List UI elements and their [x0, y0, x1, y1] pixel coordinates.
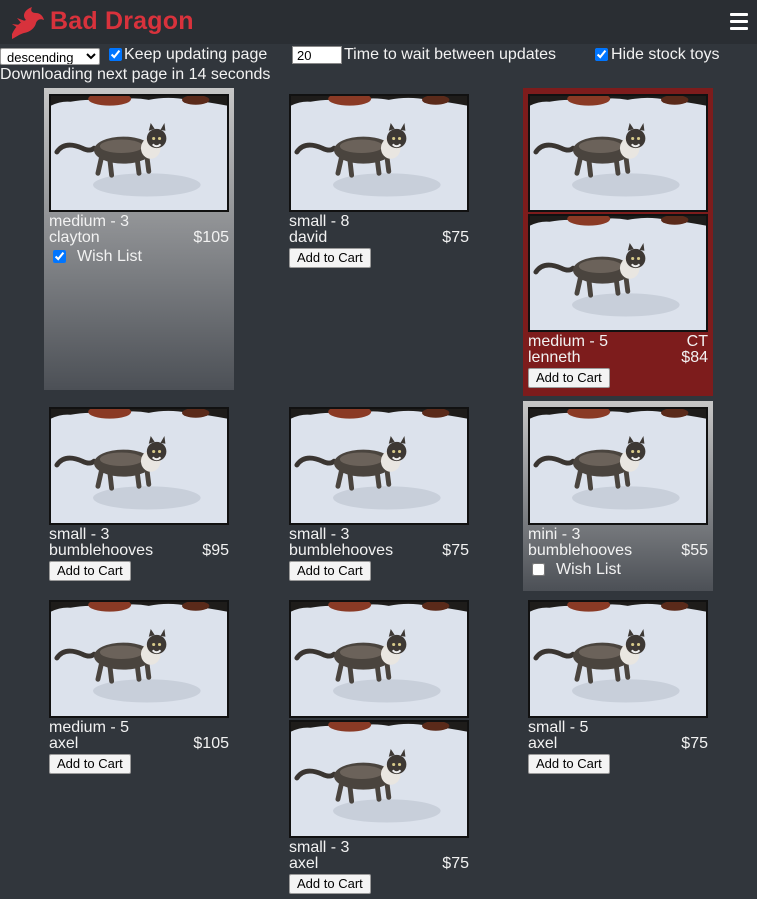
- product-size: medium - 5: [528, 333, 609, 350]
- product-name[interactable]: axel: [49, 736, 78, 752]
- wish-list-checkbox[interactable]: [532, 563, 545, 576]
- add-to-cart-button[interactable]: Add to Cart: [289, 561, 371, 581]
- add-to-cart-button[interactable]: Add to Cart: [289, 874, 371, 894]
- product-image[interactable]: [289, 94, 469, 212]
- product-image[interactable]: [528, 214, 708, 332]
- product-name[interactable]: axel: [528, 736, 557, 752]
- product-price: $75: [442, 542, 469, 559]
- product-size: mini - 3: [528, 526, 581, 543]
- wish-list-checkbox[interactable]: [53, 250, 66, 263]
- hamburger-menu-icon[interactable]: [730, 13, 748, 30]
- product-name[interactable]: axel: [289, 856, 318, 872]
- product-image[interactable]: [289, 407, 469, 525]
- add-to-cart-button[interactable]: Add to Cart: [289, 248, 371, 268]
- product-price: $95: [202, 542, 229, 559]
- product-name[interactable]: clayton: [49, 230, 100, 246]
- keep-updating-checkbox[interactable]: [109, 48, 122, 61]
- top-header: Bad Dragon: [0, 0, 757, 44]
- hide-stock-checkbox[interactable]: [595, 48, 608, 61]
- hide-stock-label: Hide stock toys: [611, 46, 720, 63]
- product-size: small - 3: [289, 526, 350, 543]
- product-image[interactable]: [49, 600, 229, 718]
- add-to-cart-button[interactable]: Add to Cart: [528, 368, 610, 388]
- product-price: $75: [681, 735, 708, 752]
- product-price: $75: [442, 855, 469, 872]
- product-size: small - 3: [49, 526, 110, 543]
- keep-updating-label: Keep updating page: [124, 46, 268, 63]
- product-price: $55: [681, 542, 708, 559]
- product-image[interactable]: [528, 94, 708, 212]
- add-to-cart-button[interactable]: Add to Cart: [49, 754, 131, 774]
- dragon-icon[interactable]: [8, 4, 48, 42]
- product-size: small - 3: [289, 839, 350, 856]
- controls-bar: descending Keep updating page Time to wa…: [0, 46, 757, 66]
- product-name[interactable]: david: [289, 230, 327, 246]
- product-image[interactable]: [49, 407, 229, 525]
- product-price: $105: [193, 735, 229, 752]
- add-to-cart-button[interactable]: Add to Cart: [49, 561, 131, 581]
- product-name[interactable]: bumblehooves: [289, 543, 393, 559]
- product-size: medium - 3: [49, 213, 130, 230]
- product-name[interactable]: bumblehooves: [49, 543, 153, 559]
- wish-list-label: Wish List: [77, 248, 142, 265]
- product-image[interactable]: [289, 720, 469, 838]
- status-text: Downloading next page in 14 seconds: [0, 66, 271, 83]
- product-name[interactable]: bumblehooves: [528, 543, 632, 559]
- product-image[interactable]: [289, 600, 469, 718]
- product-price: $75: [442, 229, 469, 246]
- product-name[interactable]: lenneth: [528, 350, 581, 366]
- product-size: small - 5: [528, 719, 589, 736]
- product-image[interactable]: [49, 94, 229, 212]
- wish-list-label: Wish List: [556, 561, 621, 578]
- wait-time-input[interactable]: [292, 46, 342, 64]
- product-size: medium - 5: [49, 719, 130, 736]
- sort-order-select[interactable]: descending: [0, 48, 100, 65]
- product-flag: CT: [686, 333, 708, 350]
- product-size: small - 8: [289, 213, 350, 230]
- product-image[interactable]: [528, 600, 708, 718]
- product-image[interactable]: [528, 407, 708, 525]
- brand-name[interactable]: Bad Dragon: [50, 7, 194, 36]
- product-price: $105: [193, 229, 229, 246]
- add-to-cart-button[interactable]: Add to Cart: [528, 754, 610, 774]
- product-price: $84: [681, 349, 708, 366]
- wait-time-label: Time to wait between updates: [344, 46, 556, 63]
